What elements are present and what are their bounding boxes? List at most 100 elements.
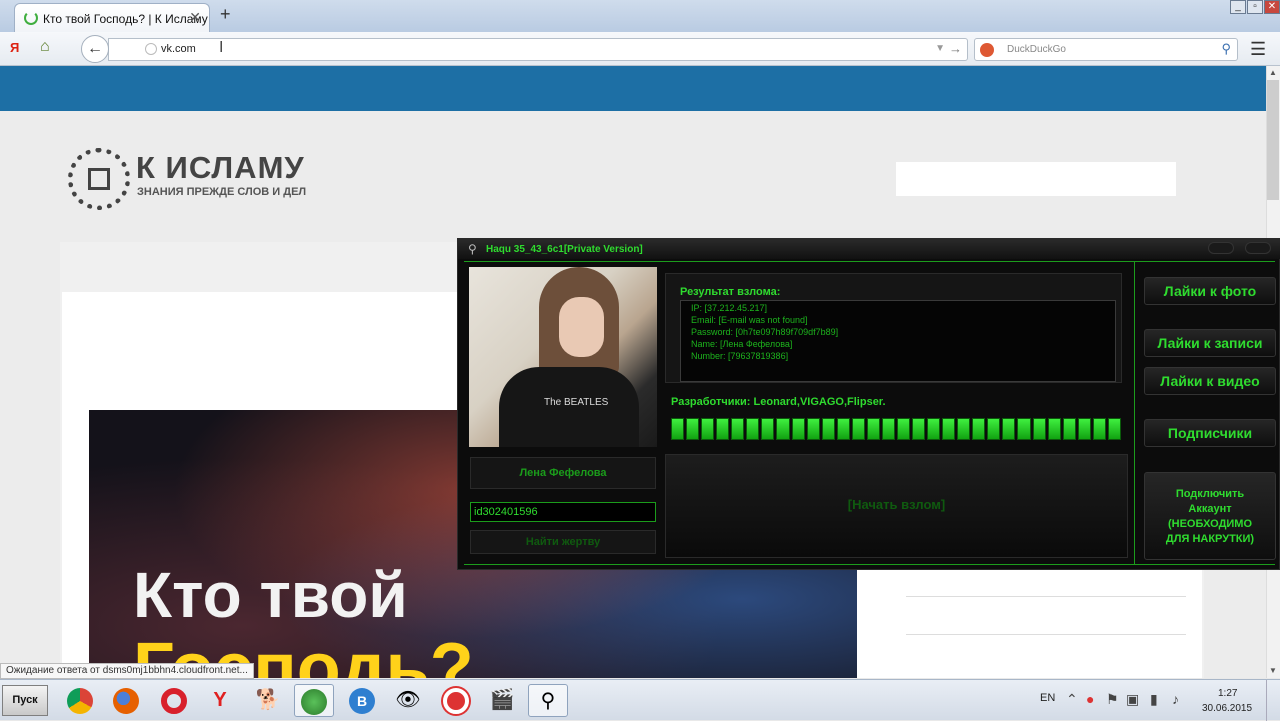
progress-segment xyxy=(972,418,986,440)
progress-segment xyxy=(1062,418,1076,440)
taskbar: Пуск Y 🐕 B 👁 🎬 ⚲ EN ⌃ ● ⚑ ▣ ▮ ♪ 1:27 30.… xyxy=(0,679,1280,721)
progress-segment xyxy=(987,418,1001,440)
profile-photo: The BEATLES xyxy=(469,267,657,447)
progress-segment xyxy=(716,418,730,440)
progress-segment xyxy=(1107,418,1121,440)
clock-time[interactable]: 1:27 xyxy=(1218,688,1237,699)
yandex-browser-icon[interactable]: Y xyxy=(200,684,240,717)
progress-segment xyxy=(1002,418,1016,440)
shirt-print: The BEATLES xyxy=(544,397,609,408)
progress-segment xyxy=(896,418,910,440)
find-victim-button[interactable]: Найти жертву xyxy=(470,530,656,554)
menu-icon[interactable]: ☰ xyxy=(1250,39,1266,60)
result-text-box[interactable]: IP: [37.212.45.217] Email: [E-mail was n… xyxy=(680,300,1116,382)
cube-icon xyxy=(88,168,110,190)
progress-segment xyxy=(731,418,745,440)
close-tab-icon[interactable]: ✕ xyxy=(189,9,201,26)
progress-segment xyxy=(761,418,775,440)
connect-line-3: (НЕОБХОДИМО xyxy=(1167,518,1253,530)
minimize-button[interactable]: _ xyxy=(1230,0,1246,14)
volume-icon[interactable]: ♪ xyxy=(1172,691,1179,707)
scroll-up-arrow-icon[interactable]: ▲ xyxy=(1266,66,1280,80)
vk-header-bar xyxy=(0,66,1266,111)
post-likes-button[interactable]: Лайки к записи xyxy=(1144,329,1276,357)
progress-segment xyxy=(806,418,820,440)
show-desktop-button[interactable] xyxy=(1266,680,1280,721)
result-line-number: Number: [79637819386] xyxy=(691,351,789,361)
progress-segment xyxy=(701,418,715,440)
maximize-button[interactable]: ▫ xyxy=(1247,0,1263,14)
firefox-icon[interactable] xyxy=(106,684,146,717)
yandex-icon[interactable]: Я xyxy=(10,40,19,55)
frame-line xyxy=(464,261,1275,262)
tray-app-icon[interactable]: ● xyxy=(1086,691,1094,707)
site-logo-subtitle: ЗНАНИЯ ПРЕЖДЕ СЛОВ И ДЕЛ xyxy=(137,186,307,198)
site-identity-icon[interactable] xyxy=(145,43,157,55)
vk-app-icon[interactable]: B xyxy=(342,684,382,717)
developers-label: Разработчики: Leonard,VIGAGO,Flipser. xyxy=(671,396,886,408)
connect-account-button[interactable]: Подключить Аккаунт (НЕОБХОДИМО ДЛЯ НАКРУ… xyxy=(1144,472,1276,560)
progress-segment xyxy=(881,418,895,440)
action-center-flag-icon[interactable]: ⚑ xyxy=(1106,691,1119,708)
subscribers-button[interactable]: Подписчики xyxy=(1144,419,1276,447)
scrollbar-thumb[interactable] xyxy=(1267,80,1279,200)
close-button[interactable] xyxy=(1245,242,1271,254)
hack-tool-taskbar-icon[interactable]: ⚲ xyxy=(528,684,568,717)
scroll-down-arrow-icon[interactable]: ▼ xyxy=(1266,664,1280,678)
progress-segment xyxy=(957,418,971,440)
minimize-button[interactable] xyxy=(1208,242,1234,254)
progress-segment xyxy=(1047,418,1061,440)
history-dropdown-icon[interactable]: ▼ xyxy=(935,43,945,54)
globe-app-icon[interactable] xyxy=(294,684,334,717)
show-hidden-icons-icon[interactable]: ⌃ xyxy=(1066,691,1078,708)
search-icon[interactable]: ⚲ xyxy=(1221,41,1231,57)
close-window-button[interactable]: ✕ xyxy=(1264,0,1280,14)
progress-segment xyxy=(791,418,805,440)
video-likes-button[interactable]: Лайки к видео xyxy=(1144,367,1276,395)
connect-line-1: Подключить xyxy=(1175,488,1245,500)
photo-likes-button[interactable]: Лайки к фото xyxy=(1144,277,1276,305)
banner-line-1: Кто твой xyxy=(133,559,408,631)
divider xyxy=(906,634,1186,635)
progress-bar xyxy=(671,418,1121,440)
clock-date[interactable]: 30.06.2015 xyxy=(1202,703,1252,714)
progress-segment xyxy=(821,418,835,440)
hack-tool-titlebar[interactable]: ⚲ Haqu 35_43_6c1[Private Version] xyxy=(458,239,1280,259)
progress-segment xyxy=(912,418,926,440)
start-hack-button[interactable]: [Начать взлом] xyxy=(665,454,1128,558)
progress-segment xyxy=(671,418,685,440)
profile-id-input[interactable]: id302401596 xyxy=(470,502,656,522)
site-logo-title[interactable]: К ИСЛАМУ xyxy=(136,150,305,186)
video-app-icon[interactable]: 🎬 xyxy=(482,684,522,717)
magnifier-icon: ⚲ xyxy=(468,242,477,256)
progress-segment xyxy=(686,418,700,440)
address-bar[interactable]: vk.com I ▼ → xyxy=(108,38,968,61)
frame-line xyxy=(464,564,1275,565)
search-bar[interactable]: DuckDuckGo ⚲ xyxy=(974,38,1238,61)
record-app-icon[interactable] xyxy=(436,684,476,717)
home-icon[interactable]: ⌂ xyxy=(40,38,50,56)
status-bar: Ожидание ответа от dsms0mj1bbhn4.cloudfr… xyxy=(0,663,254,679)
network-icon[interactable]: ▮ xyxy=(1150,691,1158,708)
language-indicator[interactable]: EN xyxy=(1040,692,1055,704)
connect-line-4: ДЛЯ НАКРУТКИ) xyxy=(1165,533,1255,545)
dog-app-icon[interactable]: 🐕 xyxy=(248,684,288,717)
back-button[interactable]: ← xyxy=(81,35,109,63)
tray-app-icon[interactable]: ▣ xyxy=(1126,691,1139,708)
new-tab-button[interactable]: + xyxy=(220,4,231,25)
site-logo-icon[interactable] xyxy=(68,148,130,210)
progress-segment xyxy=(851,418,865,440)
result-line-email: Email: [E-mail was not found] xyxy=(691,315,808,325)
start-button[interactable]: Пуск xyxy=(2,685,48,716)
url-text: vk.com xyxy=(161,43,196,55)
progress-segment xyxy=(1092,418,1106,440)
search-placeholder: DuckDuckGo xyxy=(1007,44,1066,55)
chrome-icon[interactable] xyxy=(60,684,100,717)
eye-app-icon[interactable]: 👁 xyxy=(388,684,428,717)
duckduckgo-icon[interactable] xyxy=(980,43,994,57)
browser-tab[interactable]: Кто твой Господь? | К Исламу ✕ xyxy=(14,3,210,32)
go-arrow-icon[interactable]: → xyxy=(949,41,962,56)
hack-tool-title: Haqu 35_43_6c1[Private Version] xyxy=(486,244,643,255)
opera-icon[interactable] xyxy=(154,684,194,717)
site-search-input[interactable] xyxy=(896,162,1176,196)
